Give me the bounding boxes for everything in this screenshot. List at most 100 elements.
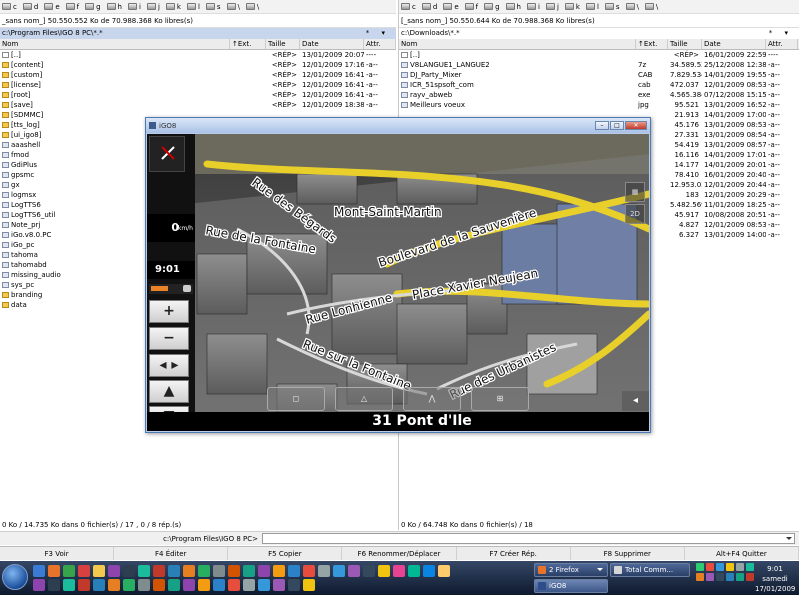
tray-icon[interactable] xyxy=(706,563,714,571)
tray-icon[interactable] xyxy=(716,563,724,571)
quick-launch-icon[interactable] xyxy=(423,565,435,577)
drive-button[interactable]: c xyxy=(2,3,17,11)
tray-icon[interactable] xyxy=(736,563,744,571)
file-row[interactable]: Meilleurs voeux jpg 95.521 13/01/2009 16:52… xyxy=(399,100,799,110)
drive-button[interactable]: f xyxy=(464,3,478,11)
quick-launch-icon[interactable] xyxy=(183,565,195,577)
function-key-4[interactable]: F4 Éditer xyxy=(114,547,229,560)
col-ext[interactable]: ↑Ext. xyxy=(230,39,266,49)
drive-button[interactable]: d xyxy=(421,3,437,11)
quick-launch-icon[interactable] xyxy=(303,579,315,591)
col-attr[interactable]: Attr. xyxy=(766,39,798,49)
quick-launch-icon[interactable] xyxy=(378,565,390,577)
quick-launch-icon[interactable] xyxy=(333,565,345,577)
drive-button[interactable]: i xyxy=(526,3,540,11)
drive-button[interactable]: h xyxy=(505,3,521,11)
tray-icon[interactable] xyxy=(746,563,754,571)
quick-launch-icon[interactable] xyxy=(93,565,105,577)
quick-launch-icon[interactable] xyxy=(303,565,315,577)
drive-button[interactable]: g xyxy=(484,3,500,11)
quick-launch-icon[interactable] xyxy=(318,565,330,577)
quick-launch-icon[interactable] xyxy=(363,565,375,577)
quick-launch-icon[interactable] xyxy=(348,565,360,577)
quick-launch-icon[interactable] xyxy=(213,565,225,577)
file-row[interactable]: [save] <RÉP> 12/01/2009 18:38 -a-- xyxy=(0,100,396,110)
quick-launch-icon[interactable] xyxy=(288,565,300,577)
quick-launch-icon[interactable] xyxy=(138,579,150,591)
quick-launch-icon[interactable] xyxy=(108,579,120,591)
drive-button[interactable]: l xyxy=(585,3,599,11)
drive-button[interactable]: k xyxy=(564,3,580,11)
start-button[interactable] xyxy=(2,564,28,590)
tray-icon[interactable] xyxy=(746,573,754,581)
drive-button[interactable]: h xyxy=(106,3,122,11)
right-path-controls[interactable]: * ▾ xyxy=(769,28,799,39)
file-row[interactable]: [..] <RÉP> 13/01/2009 20:07 ---- xyxy=(0,50,396,60)
col-date[interactable]: Date xyxy=(300,39,364,49)
file-row[interactable]: [root] <RÉP> 12/01/2009 16:41 -a-- xyxy=(0,90,396,100)
drive-button[interactable]: j xyxy=(146,3,160,11)
file-row[interactable]: [content] <RÉP> 12/01/2009 17:16 -a-- xyxy=(0,60,396,70)
quick-launch-icon[interactable] xyxy=(273,565,285,577)
quick-launch-icon[interactable] xyxy=(273,579,285,591)
file-row[interactable]: rayv_abwebexe 4.565.38407/12/2008 15:15-a… xyxy=(399,90,799,100)
close-button[interactable]: ✕ xyxy=(625,121,647,130)
function-key-6[interactable]: F6 Renommer/Déplacer xyxy=(342,547,457,560)
function-key-7[interactable]: F7 Créer Rép. xyxy=(457,547,571,560)
col-name[interactable]: Nom xyxy=(0,39,230,49)
quick-launch-icon[interactable] xyxy=(243,579,255,591)
right-path-bar[interactable]: c:\Downloads\*.* * ▾ xyxy=(399,28,799,39)
tray-icon[interactable] xyxy=(706,573,714,581)
tray-icon[interactable] xyxy=(736,573,744,581)
quick-launch-icon[interactable] xyxy=(63,565,75,577)
command-line-input[interactable] xyxy=(262,533,795,544)
zoom-out-button[interactable]: − xyxy=(149,327,189,350)
col-ext[interactable]: ↑Ext. xyxy=(636,39,668,49)
tray-icon[interactable] xyxy=(726,563,734,571)
igo-navigation-view[interactable]: Rue des Bégards Mont-Saint-Martin Rue de… xyxy=(147,134,649,431)
quick-launch-icon[interactable] xyxy=(48,579,60,591)
left-path-bar[interactable]: c:\Program Files\IGO 8 PC\*.* * ▾ xyxy=(0,28,396,39)
quick-launch-icon[interactable] xyxy=(438,565,450,577)
quick-launch-icon[interactable] xyxy=(183,579,195,591)
drive-button[interactable]: e xyxy=(443,3,459,11)
left-path-controls[interactable]: * ▾ xyxy=(366,28,396,39)
taskbar-igo8[interactable]: iGO8 xyxy=(534,579,608,593)
tray-icon[interactable] xyxy=(696,573,704,581)
drive-button[interactable]: \ xyxy=(245,3,259,11)
drive-button[interactable]: i xyxy=(127,3,141,11)
quick-launch-icon[interactable] xyxy=(33,565,45,577)
file-row[interactable]: DJ_Party_MixerCAB 7.829.53414/01/2009 19:… xyxy=(399,70,799,80)
quick-launch-icon[interactable] xyxy=(108,565,120,577)
quick-launch-icon[interactable] xyxy=(78,565,90,577)
quick-launch-icon[interactable] xyxy=(168,565,180,577)
quick-launch-icon[interactable] xyxy=(93,579,105,591)
drive-button[interactable]: g xyxy=(85,3,101,11)
drive-button[interactable]: s xyxy=(205,3,221,11)
quick-launch-icon[interactable] xyxy=(78,579,90,591)
taskbar-firefox[interactable]: 2 Firefox xyxy=(534,563,608,577)
col-date[interactable]: Date xyxy=(702,39,766,49)
drive-button[interactable]: k xyxy=(165,3,181,11)
drive-button[interactable]: l xyxy=(186,3,200,11)
quick-launch-icon[interactable] xyxy=(198,579,210,591)
col-attr[interactable]: Attr. xyxy=(364,39,396,49)
col-size[interactable]: Taille xyxy=(266,39,300,49)
quick-launch-icon[interactable] xyxy=(48,565,60,577)
quick-launch-icon[interactable] xyxy=(153,579,165,591)
tray-icon[interactable] xyxy=(696,563,704,571)
quick-launch-icon[interactable] xyxy=(213,579,225,591)
file-row[interactable]: [..] <RÉP> 16/01/2009 22:59 ---- xyxy=(399,50,799,60)
drive-button[interactable]: c xyxy=(401,3,416,11)
quick-launch-icon[interactable] xyxy=(408,565,420,577)
tray-icon[interactable] xyxy=(716,573,724,581)
file-row[interactable]: [custom] <RÉP> 12/01/2009 16:41 -a-- xyxy=(0,70,396,80)
minimize-button[interactable]: – xyxy=(595,121,609,130)
dock-button-grid[interactable]: ⊞ xyxy=(471,387,529,411)
drive-button[interactable]: f xyxy=(65,3,79,11)
drive-button[interactable]: s xyxy=(604,3,620,11)
quick-launch-icon[interactable] xyxy=(138,565,150,577)
drive-button[interactable]: j xyxy=(545,3,559,11)
function-key-5[interactable]: F5 Copier xyxy=(228,547,343,560)
grid-icon[interactable]: ▦ xyxy=(625,182,645,202)
